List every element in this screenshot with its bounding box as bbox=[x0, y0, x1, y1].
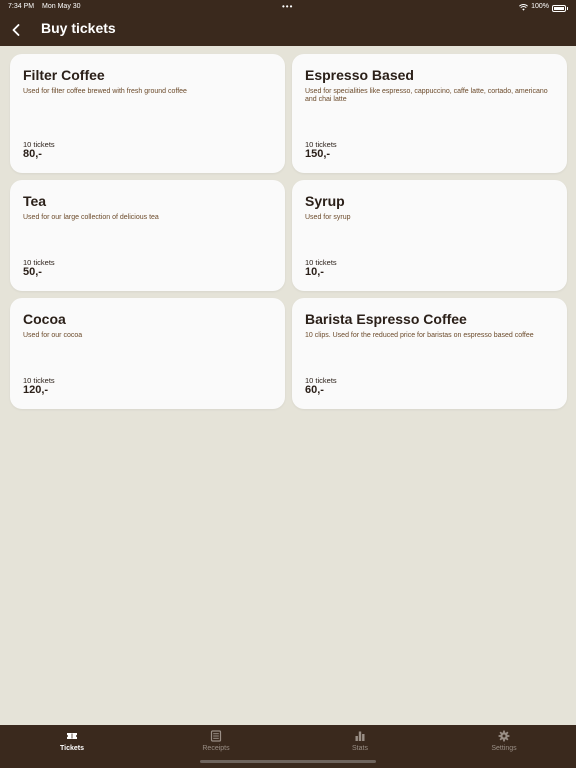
ticket-price: 150,- bbox=[305, 148, 331, 160]
nav-bar: Buy tickets bbox=[0, 14, 576, 46]
tab-stats[interactable]: Stats bbox=[300, 730, 420, 758]
gear-icon bbox=[498, 730, 510, 742]
battery-icon bbox=[552, 5, 566, 12]
tab-settings[interactable]: Settings bbox=[444, 730, 564, 758]
page-title: Buy tickets bbox=[41, 20, 116, 36]
status-time: 7:34 PM bbox=[8, 3, 35, 10]
tab-label: Receipts bbox=[202, 745, 230, 752]
tab-label: Tickets bbox=[60, 745, 84, 752]
ticket-title: Cocoa bbox=[23, 311, 66, 327]
ticket-description: Used for specialities like espresso, cap… bbox=[305, 88, 548, 103]
ticket-card-cocoa[interactable]: Cocoa Used for our cocoa 10 tickets 120,… bbox=[10, 298, 285, 409]
ticket-title: Filter Coffee bbox=[23, 67, 105, 83]
receipt-icon bbox=[210, 730, 222, 742]
ticket-card-tea[interactable]: Tea Used for our large collection of del… bbox=[10, 180, 285, 291]
ticket-card-filter-coffee[interactable]: Filter Coffee Used for filter coffee bre… bbox=[10, 54, 285, 173]
wifi-icon bbox=[519, 3, 529, 11]
ticket-price: 60,- bbox=[305, 384, 324, 396]
battery-percent: 100% bbox=[531, 3, 549, 10]
ticket-icon bbox=[67, 733, 77, 739]
bar-chart-icon bbox=[355, 731, 365, 741]
tab-label: Stats bbox=[352, 745, 368, 752]
ticket-price: 80,- bbox=[23, 148, 42, 160]
ticket-title: Espresso Based bbox=[305, 67, 414, 83]
ticket-description: Used for our cocoa bbox=[23, 332, 83, 339]
home-indicator bbox=[200, 760, 376, 763]
ticket-title: Tea bbox=[23, 193, 47, 209]
tab-label: Settings bbox=[491, 745, 517, 752]
tab-receipts[interactable]: Receipts bbox=[156, 730, 276, 758]
ticket-card-syrup[interactable]: Syrup Used for syrup 10 tickets 10,- bbox=[292, 180, 567, 291]
ticket-card-barista-espresso-coffee[interactable]: Barista Espresso Coffee 10 clips. Used f… bbox=[292, 298, 567, 409]
chevron-left-icon[interactable] bbox=[8, 21, 24, 39]
multitasking-dots-icon[interactable]: ••• bbox=[282, 0, 293, 14]
ticket-title: Barista Espresso Coffee bbox=[305, 311, 467, 327]
ticket-price: 120,- bbox=[23, 384, 49, 396]
ticket-title: Syrup bbox=[305, 193, 345, 209]
ticket-price: 50,- bbox=[23, 266, 42, 278]
ticket-description: Used for our large collection of delicio… bbox=[23, 214, 159, 221]
ticket-description: Used for syrup bbox=[305, 214, 351, 221]
ticket-description: Used for filter coffee brewed with fresh… bbox=[23, 88, 187, 95]
ticket-card-espresso-based[interactable]: Espresso Based Used for specialities lik… bbox=[292, 54, 567, 173]
ticket-price: 10,- bbox=[305, 266, 324, 278]
ticket-description: 10 clips. Used for the reduced price for… bbox=[305, 332, 534, 339]
status-date: Mon May 30 bbox=[42, 3, 81, 10]
status-bar: 7:34 PM Mon May 30 ••• 100% bbox=[0, 0, 576, 14]
tab-tickets[interactable]: Tickets bbox=[12, 730, 132, 758]
